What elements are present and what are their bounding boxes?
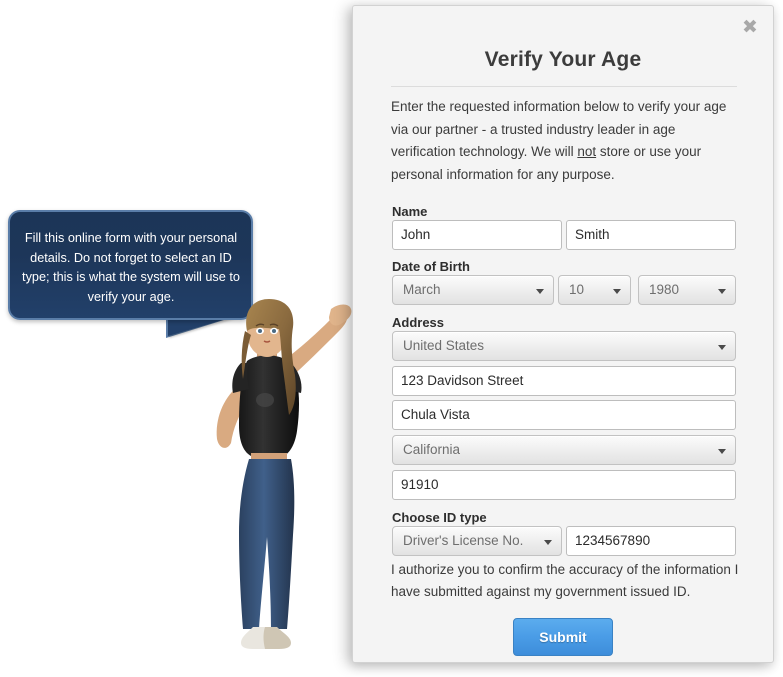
chevron-down-icon bbox=[718, 449, 726, 454]
last-name-input[interactable]: Smith bbox=[566, 220, 736, 250]
id-type-label: Choose ID type bbox=[392, 510, 487, 525]
id-number-input[interactable]: 1234567890 bbox=[566, 526, 736, 556]
country-select[interactable]: United States bbox=[392, 331, 736, 361]
street-address-input[interactable]: 123 Davidson Street bbox=[392, 366, 736, 396]
chevron-down-icon bbox=[718, 345, 726, 350]
birth-month-select[interactable]: March bbox=[392, 275, 554, 305]
chevron-down-icon bbox=[613, 289, 621, 294]
id-type-select[interactable]: Driver's License No. bbox=[392, 526, 562, 556]
first-name-input[interactable]: John bbox=[392, 220, 562, 250]
id-type-value: Driver's License No. bbox=[403, 533, 524, 548]
state-value: California bbox=[403, 442, 461, 457]
birth-month-value: March bbox=[403, 282, 441, 297]
close-icon[interactable]: ✖ bbox=[739, 16, 761, 38]
state-select[interactable]: California bbox=[392, 435, 736, 465]
name-label: Name bbox=[392, 204, 428, 219]
birth-year-value: 1980 bbox=[649, 282, 680, 297]
birth-day-value: 10 bbox=[569, 282, 585, 297]
intro-text: Enter the requested information below to… bbox=[391, 96, 739, 186]
submit-button[interactable]: Submit bbox=[513, 618, 613, 656]
avatar bbox=[185, 295, 360, 665]
verify-age-dialog: ✖ Verify Your Age Enter the requested in… bbox=[352, 5, 774, 663]
title-divider bbox=[391, 86, 737, 87]
address-label: Address bbox=[392, 315, 445, 330]
city-input[interactable]: Chula Vista bbox=[392, 400, 736, 430]
page-title: Verify Your Age bbox=[484, 48, 642, 71]
birth-year-select[interactable]: 1980 bbox=[638, 275, 736, 305]
intro-text-emphasis: not bbox=[577, 144, 597, 159]
date-of-birth-label: Date of Birth bbox=[392, 259, 470, 274]
authorization-text: I authorize you to confirm the accuracy … bbox=[391, 562, 739, 599]
chevron-down-icon bbox=[718, 289, 726, 294]
birth-day-select[interactable]: 10 bbox=[558, 275, 631, 305]
chevron-down-icon bbox=[544, 540, 552, 545]
chevron-down-icon bbox=[536, 289, 544, 294]
zip-code-input[interactable]: 91910 bbox=[392, 470, 736, 500]
country-value: United States bbox=[403, 338, 485, 353]
